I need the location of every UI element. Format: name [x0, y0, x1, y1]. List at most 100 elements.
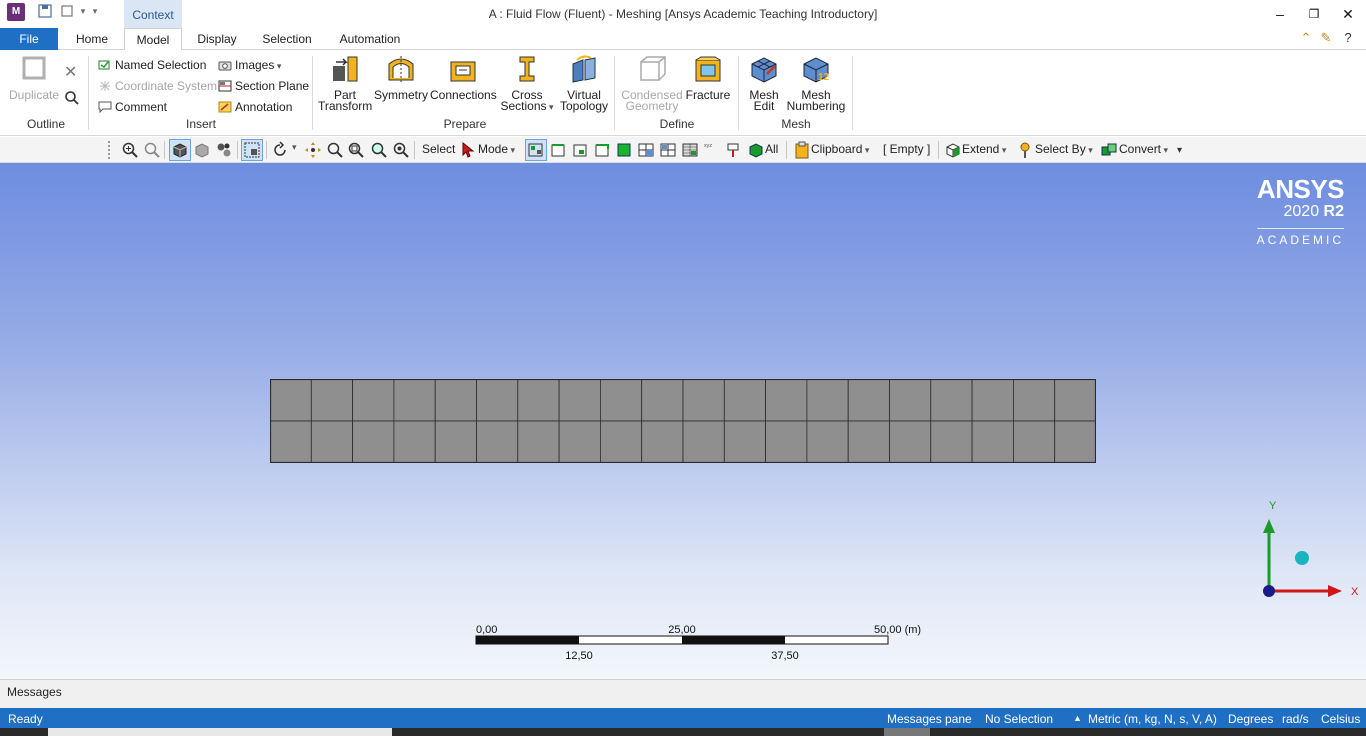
convert-icon[interactable] [1100, 141, 1118, 159]
mesh-element[interactable] [517, 420, 560, 463]
mesh-element[interactable] [434, 379, 477, 422]
mesh-element[interactable] [476, 379, 519, 422]
zoom-box-icon[interactable] [347, 141, 365, 159]
select-body-icon[interactable] [593, 141, 611, 159]
mesh-geometry[interactable] [270, 379, 1096, 463]
messages-pane-toggle[interactable]: Messages pane [887, 712, 972, 726]
rotation-units[interactable]: rad/s [1282, 712, 1309, 726]
mesh-element[interactable] [476, 420, 519, 463]
toolbar-overflow-icon[interactable]: ▾ [1177, 145, 1182, 156]
minimize-icon[interactable]: – [1266, 4, 1294, 24]
tab-automation[interactable]: Automation [330, 28, 410, 50]
mesh-edit-button[interactable]: Mesh Edit [742, 54, 786, 112]
coordinates-icon[interactable]: ˣʸᶻ [704, 142, 712, 151]
mesh-element[interactable] [558, 420, 601, 463]
zoom-in-icon[interactable] [121, 141, 139, 159]
mesh-element[interactable] [599, 379, 643, 422]
mesh-element[interactable] [889, 420, 932, 463]
mesh-element[interactable] [352, 379, 395, 422]
graphics-viewport[interactable]: ANSYS 2020 R2 ACADEMIC 0,00 25,00 50,00 … [0, 163, 1366, 679]
help-icon[interactable]: ? [1340, 30, 1356, 46]
section-plane-button[interactable]: Section Plane [218, 77, 309, 95]
extend-button[interactable]: Extend ▾ [962, 142, 1006, 156]
zoom-out-icon[interactable] [143, 141, 161, 159]
mesh-element[interactable] [806, 420, 849, 463]
select-node-icon[interactable] [615, 141, 633, 159]
mesh-element[interactable] [765, 379, 808, 422]
mesh-element[interactable] [270, 379, 312, 422]
select-all-label[interactable]: All [765, 142, 778, 156]
mesh-element[interactable] [517, 379, 560, 422]
annotation-button[interactable]: Annotation [218, 98, 292, 116]
mesh-element[interactable] [930, 420, 973, 463]
fracture-button[interactable]: Fracture [684, 54, 732, 101]
toolbar-grip[interactable] [108, 141, 112, 159]
units-up-icon[interactable]: ▲ [1073, 713, 1082, 723]
tab-home[interactable]: Home [66, 28, 118, 50]
select-mesh-icon[interactable] [681, 141, 699, 159]
select-by-icon[interactable] [1016, 141, 1034, 159]
named-selection-button[interactable]: Named Selection [98, 56, 206, 74]
close-icon[interactable]: ✕ [1334, 4, 1362, 24]
mesh-element[interactable] [1054, 420, 1096, 463]
tab-selection[interactable]: Selection [254, 28, 320, 50]
zoom-to-fit-icon[interactable] [370, 141, 388, 159]
mesh-element[interactable] [723, 379, 766, 422]
mesh-element[interactable] [847, 420, 890, 463]
mesh-element[interactable] [310, 420, 353, 463]
notes-icon[interactable]: ✎ [1318, 30, 1334, 46]
clipboard-icon[interactable] [793, 141, 811, 159]
select-edge-icon[interactable] [549, 141, 567, 159]
collapse-ribbon-icon[interactable]: ⌃ [1298, 30, 1314, 46]
mesh-element[interactable] [1013, 379, 1056, 422]
clipboard-button[interactable]: Clipboard ▾ [811, 142, 869, 156]
mesh-element[interactable] [270, 420, 312, 463]
zoom-icon[interactable] [326, 141, 344, 159]
extend-icon[interactable] [944, 141, 962, 159]
mesh-element[interactable] [930, 379, 973, 422]
select-face-icon[interactable] [571, 141, 589, 159]
tab-model[interactable]: Model [124, 28, 182, 51]
mesh-element[interactable] [971, 379, 1014, 422]
symmetry-button[interactable]: Symmetry [374, 54, 428, 101]
unit-system[interactable]: Metric (m, kg, N, s, V, A) [1088, 712, 1217, 726]
mesh-element[interactable] [599, 420, 643, 463]
probe-icon[interactable] [725, 141, 743, 159]
mesh-element[interactable] [310, 379, 353, 422]
select-by-button[interactable]: Select By ▾ [1035, 142, 1093, 156]
part-transform-button[interactable]: Part Transform [318, 54, 372, 112]
mesh-element[interactable] [558, 379, 601, 422]
mesh-element[interactable] [393, 420, 436, 463]
tab-file[interactable]: File [0, 28, 58, 50]
messages-pane[interactable]: Messages [0, 679, 1366, 708]
comment-button[interactable]: Comment [98, 98, 167, 116]
isometric-view-ball-icon[interactable] [1295, 551, 1309, 565]
magnifier-icon[interactable] [392, 141, 410, 159]
taskbar-search[interactable] [48, 728, 392, 736]
cross-sections-button[interactable]: Cross Sections ▾ [498, 54, 556, 113]
taskbar-app[interactable] [884, 728, 930, 736]
select-element-icon[interactable] [659, 141, 677, 159]
mesh-element[interactable] [971, 420, 1014, 463]
rotate-dropdown-icon[interactable]: ▾ [292, 142, 297, 153]
mesh-element[interactable] [434, 420, 477, 463]
connections-button[interactable]: Connections [430, 54, 497, 101]
coordinate-system-button[interactable]: Coordinate System [98, 77, 217, 95]
convert-button[interactable]: Convert ▾ [1119, 142, 1168, 156]
wireframe-view-icon[interactable] [193, 141, 211, 159]
mode-button[interactable]: Mode ▾ [478, 142, 515, 156]
pan-icon[interactable] [304, 141, 322, 159]
images-button[interactable]: Images ▾ [218, 56, 281, 74]
mesh-element[interactable] [889, 379, 932, 422]
restore-icon[interactable]: ❐ [1300, 4, 1328, 24]
tab-display[interactable]: Display [188, 28, 246, 50]
select-all-icon[interactable] [747, 141, 765, 159]
search-icon[interactable] [64, 90, 80, 109]
mesh-element[interactable] [641, 420, 684, 463]
mesh-element[interactable] [393, 379, 436, 422]
condensed-geometry-button[interactable]: Condensed Geometry [620, 54, 684, 112]
mesh-element[interactable] [723, 420, 766, 463]
mesh-element[interactable] [806, 379, 849, 422]
mesh-numbering-button[interactable]: 12 Mesh Numbering [786, 54, 846, 112]
angle-units[interactable]: Degrees [1228, 712, 1273, 726]
